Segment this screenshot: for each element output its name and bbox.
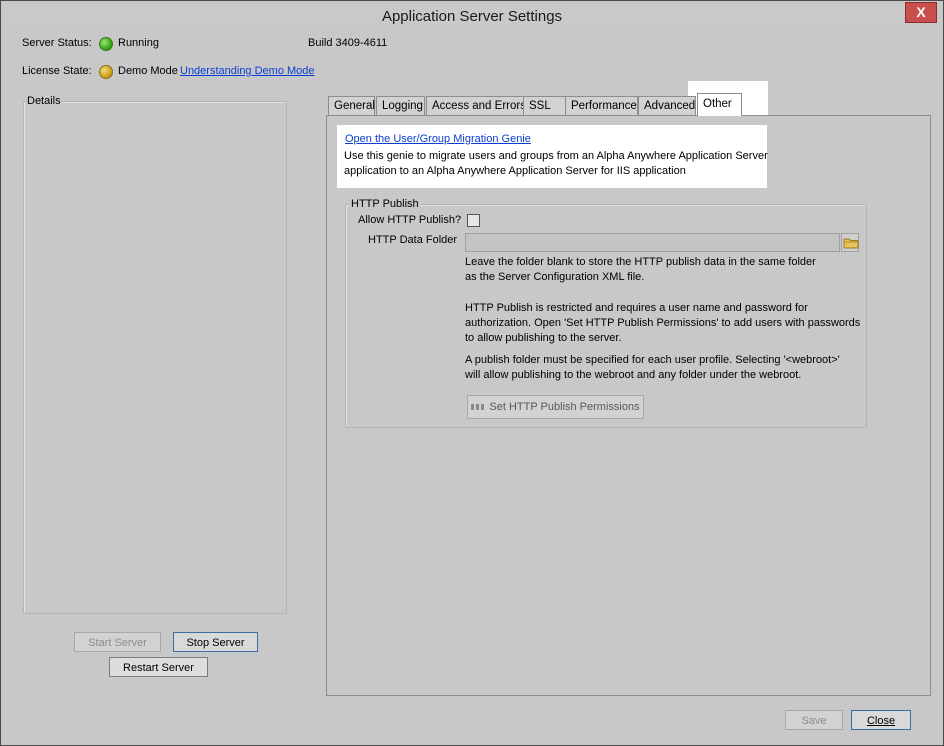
permissions-note-line2: authorization. Open 'Set HTTP Publish Pe… <box>465 317 861 329</box>
permissions-note-line3: to allow publishing to the server. <box>465 332 622 344</box>
folder-note: Leave the folder blank to store the HTTP… <box>465 255 816 285</box>
restart-server-button[interactable]: Restart Server <box>109 657 208 677</box>
allow-http-publish-label: Allow HTTP Publish? <box>358 214 462 226</box>
http-data-folder-label: HTTP Data Folder <box>368 234 458 246</box>
title-bar: Application Server Settings X <box>1 1 943 31</box>
understanding-demo-mode-link[interactable]: Understanding Demo Mode <box>180 65 315 77</box>
tab-other[interactable]: Other <box>697 93 742 116</box>
license-state-value: Demo Mode <box>118 65 178 77</box>
webroot-note-line1: A publish folder must be specified for e… <box>465 354 840 366</box>
genie-description-line2: application to an Alpha Anywhere Applica… <box>344 165 686 177</box>
tab-logging[interactable]: Logging <box>376 96 425 115</box>
set-http-publish-permissions-label: Set HTTP Publish Permissions <box>489 401 640 413</box>
tab-general[interactable]: General <box>328 96 375 115</box>
genie-description-line1: Use this genie to migrate users and grou… <box>344 150 768 162</box>
server-status-value: Running <box>118 37 159 49</box>
webroot-note: A publish folder must be specified for e… <box>465 353 840 383</box>
permissions-icon <box>471 404 486 411</box>
set-http-publish-permissions-button[interactable]: Set HTTP Publish Permissions <box>467 395 644 419</box>
tab-access-and-errors[interactable]: Access and Errors <box>426 96 526 115</box>
http-publish-group-label: HTTP Publish <box>349 198 421 210</box>
permissions-note-line1: HTTP Publish is restricted and requires … <box>465 302 808 314</box>
browse-folder-button[interactable] <box>841 233 859 252</box>
server-status-label: Server Status: <box>22 37 92 49</box>
http-data-folder-input[interactable] <box>465 233 840 252</box>
folder-note-line1: Leave the folder blank to store the HTTP… <box>465 256 816 268</box>
webroot-note-line2: will allow publishing to the webroot and… <box>465 369 802 381</box>
details-label: Details <box>26 95 62 107</box>
running-status-icon <box>99 37 113 51</box>
close-button[interactable]: Close <box>851 710 911 730</box>
application-window: Application Server Settings X Server Sta… <box>0 0 944 746</box>
tab-ssl[interactable]: SSL <box>523 96 566 115</box>
demo-mode-status-icon <box>99 65 113 79</box>
window-close-button[interactable]: X <box>905 2 937 23</box>
migration-genie-link[interactable]: Open the User/Group Migration Genie <box>345 133 531 145</box>
allow-http-publish-checkbox[interactable] <box>467 214 480 227</box>
start-server-button[interactable]: Start Server <box>74 632 161 652</box>
tab-advanced[interactable]: Advanced <box>638 96 696 115</box>
build-number: Build 3409-4611 <box>308 37 388 49</box>
folder-icon <box>843 238 859 249</box>
permissions-note: HTTP Publish is restricted and requires … <box>465 301 860 346</box>
window-title: Application Server Settings <box>381 8 563 25</box>
save-button[interactable]: Save <box>785 710 843 730</box>
license-state-label: License State: <box>22 65 92 77</box>
dialog-body: Server Status: Running Build 3409-4611 L… <box>8 31 936 739</box>
stop-server-button[interactable]: Stop Server <box>173 632 258 652</box>
folder-note-line2: as the Server Configuration XML file. <box>465 271 645 283</box>
tab-performance[interactable]: Performance <box>565 96 638 115</box>
details-group <box>23 101 287 614</box>
